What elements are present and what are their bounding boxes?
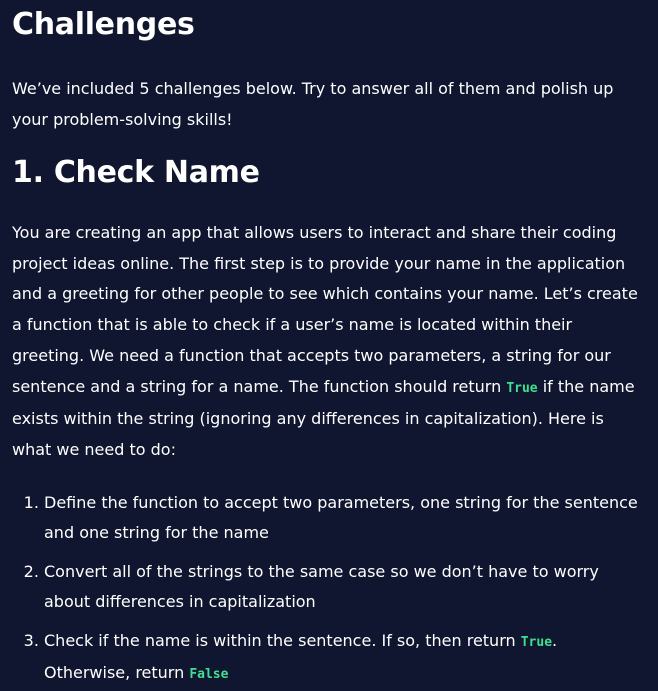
- inline-code-false: False: [189, 667, 229, 683]
- steps-list: Define the function to accept two parame…: [12, 488, 646, 691]
- step-item-1: Define the function to accept two parame…: [44, 488, 646, 549]
- page-title: Challenges: [12, 7, 195, 42]
- step-3-text-1: Check if the name is within the sentence…: [44, 630, 521, 650]
- check-name-description: You are creating an app that allows user…: [12, 218, 646, 466]
- step-item-2: Convert all of the strings to the same c…: [44, 557, 646, 618]
- step-2-text: Convert all of the strings to the same c…: [44, 561, 599, 612]
- step-1-text: Define the function to accept two parame…: [44, 492, 638, 543]
- intro-paragraph: We’ve included 5 challenges below. Try t…: [12, 79, 614, 129]
- section-title-check-name: 1. Check Name: [12, 155, 260, 190]
- content-page: Challenges We’ve included 5 challenges b…: [0, 0, 658, 682]
- step-item-3: Check if the name is within the sentence…: [44, 626, 646, 691]
- inline-code-true: True: [506, 380, 538, 396]
- inline-code-true: True: [520, 634, 553, 650]
- description-text-1: You are creating an app that allows user…: [12, 223, 638, 396]
